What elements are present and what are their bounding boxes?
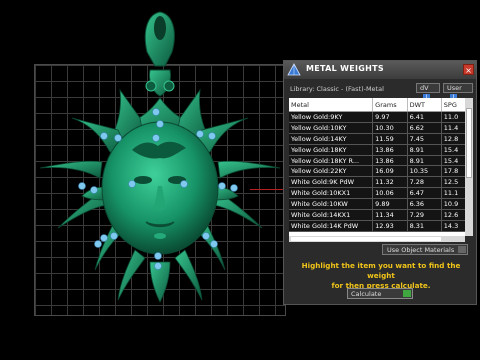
metal-cell: Yellow Gold:10KY (289, 122, 374, 134)
dwt-cell: 6.62 (407, 122, 442, 134)
table-row[interactable]: Yellow Gold:9KY 9.97 6.41 11.0 (289, 111, 465, 123)
dwt-cell: 8.31 (407, 220, 442, 232)
use-object-materials-dropdown[interactable]: Use Object Materials (382, 244, 468, 255)
dwt-cell: 6.41 (407, 111, 442, 123)
column-header-grams[interactable]: Grams (372, 98, 408, 112)
dwt-cell: 10.35 (407, 165, 442, 178)
grams-cell: 9.89 (372, 198, 408, 211)
table-row[interactable]: Yellow Gold:14KY 11.59 7.45 12.8 (289, 133, 465, 145)
table-row[interactable]: White Gold:14KX1 11.34 7.29 12.6 (289, 209, 465, 221)
dwt-cell: 8.91 (407, 155, 442, 167)
table-row[interactable]: White Gold:9K PdW 11.32 7.28 12.5 (289, 176, 465, 189)
pendant-bail (144, 11, 175, 97)
table-row[interactable]: Yellow Gold:18KY 13.86 8.91 15.4 (289, 144, 465, 156)
metal-cell: White Gold:9K PdW (289, 176, 374, 189)
calculate-label: Calculate (351, 290, 382, 298)
metal-cell: White Gold:14K PdW (289, 220, 374, 232)
column-header-dwt[interactable]: DWT (407, 98, 442, 112)
grams-cell: 16.09 (372, 165, 408, 178)
metal-cell: White Gold:10KX1 (289, 187, 374, 200)
grams-cell: 11.59 (372, 133, 408, 145)
user-button[interactable]: Useri (443, 83, 473, 101)
dwt-cell: 7.28 (407, 176, 442, 189)
panel-title: METAL WEIGHTS (306, 64, 384, 73)
table-row[interactable]: Yellow Gold:10KY 10.30 6.62 11.4 (289, 122, 465, 134)
spg-cell: 12.5 (441, 176, 465, 189)
metal-cell: Yellow Gold:22KY (289, 165, 374, 178)
panel-titlebar[interactable]: METAL WEIGHTS × (284, 61, 476, 79)
use-object-materials-label: Use Object Materials (387, 246, 455, 254)
dwt-cell: 6.36 (407, 198, 442, 211)
spg-cell: 11.4 (441, 122, 465, 134)
table-vertical-scrollbar[interactable] (465, 98, 473, 236)
metal-cell: White Gold:10KW (289, 198, 374, 211)
metal-cell: Yellow Gold:9KY (289, 111, 374, 123)
dwt-cell: 7.45 (407, 133, 442, 145)
scrollbar-thumb[interactable] (291, 237, 441, 241)
metal-weights-table[interactable]: Metal Grams DWT SPG Yellow Gold:9KY 9.97 6… (289, 98, 465, 236)
grams-cell: 9.97 (372, 111, 408, 123)
metal-cell: Yellow Gold:14KY (289, 133, 374, 145)
grams-cell: 12.93 (372, 220, 408, 232)
library-label: Library: Classic - (Fast)-Metal (290, 85, 384, 93)
dv-button[interactable]: dVi (416, 83, 440, 101)
spg-cell: 15.4 (441, 155, 465, 167)
spg-cell: 11.1 (441, 187, 465, 200)
metal-cell: White Gold:14KX1 (289, 209, 374, 221)
table-header-row: Metal Grams DWT SPG (289, 98, 465, 112)
dv-label: dV (420, 84, 429, 92)
instruction-line: Highlight the item you want to find the … (301, 261, 461, 280)
close-icon[interactable]: × (463, 64, 474, 75)
spg-cell: 15.4 (441, 144, 465, 156)
table-row[interactable]: White Gold:10KX1 10.06 6.47 11.1 (289, 187, 465, 200)
instruction-text: Highlight the item you want to find the … (290, 261, 472, 291)
dropdown-arrow-icon (458, 246, 466, 253)
spg-cell: 17.8 (441, 165, 465, 178)
table-horizontal-scrollbar[interactable] (289, 236, 465, 242)
spg-cell: 11.0 (441, 111, 465, 123)
metal-cell: Yellow Gold:18KY (289, 144, 374, 156)
table-row[interactable]: Yellow Gold:22KY 16.09 10.35 17.8 (289, 165, 465, 178)
table-row[interactable]: White Gold:10KW 9.89 6.36 10.9 (289, 198, 465, 211)
table-row[interactable]: Yellow Gold:18KY R... 13.86 8.91 15.4 (289, 155, 465, 167)
calculate-button[interactable]: Calculate (347, 288, 413, 299)
grams-cell: 10.06 (372, 187, 408, 200)
spg-cell: 10.9 (441, 198, 465, 211)
column-header-metal[interactable]: Metal (289, 98, 374, 112)
grams-cell: 13.86 (372, 144, 408, 156)
table-row[interactable]: White Gold:14K PdW 12.93 8.31 14.3 (289, 220, 465, 232)
play-icon (403, 290, 411, 297)
grams-cell: 13.86 (372, 155, 408, 167)
grams-cell: 11.32 (372, 176, 408, 189)
metal-weights-panel: METAL WEIGHTS × Library: Classic - (Fast… (283, 60, 477, 305)
metal-cell: Yellow Gold:18KY R... (289, 155, 374, 167)
grams-cell: 10.30 (372, 122, 408, 134)
spg-cell: 12.8 (441, 133, 465, 145)
sun-face (101, 121, 219, 255)
dwt-cell: 8.91 (407, 144, 442, 156)
scrollbar-thumb[interactable] (466, 108, 472, 178)
spg-cell: 12.6 (441, 209, 465, 221)
user-label: User (447, 84, 462, 92)
dwt-cell: 7.29 (407, 209, 442, 221)
grams-cell: 11.34 (372, 209, 408, 221)
pyramid-tool-icon (287, 63, 301, 76)
spg-cell: 14.3 (441, 220, 465, 232)
dwt-cell: 6.47 (407, 187, 442, 200)
column-header-spg[interactable]: SPG (441, 98, 465, 112)
